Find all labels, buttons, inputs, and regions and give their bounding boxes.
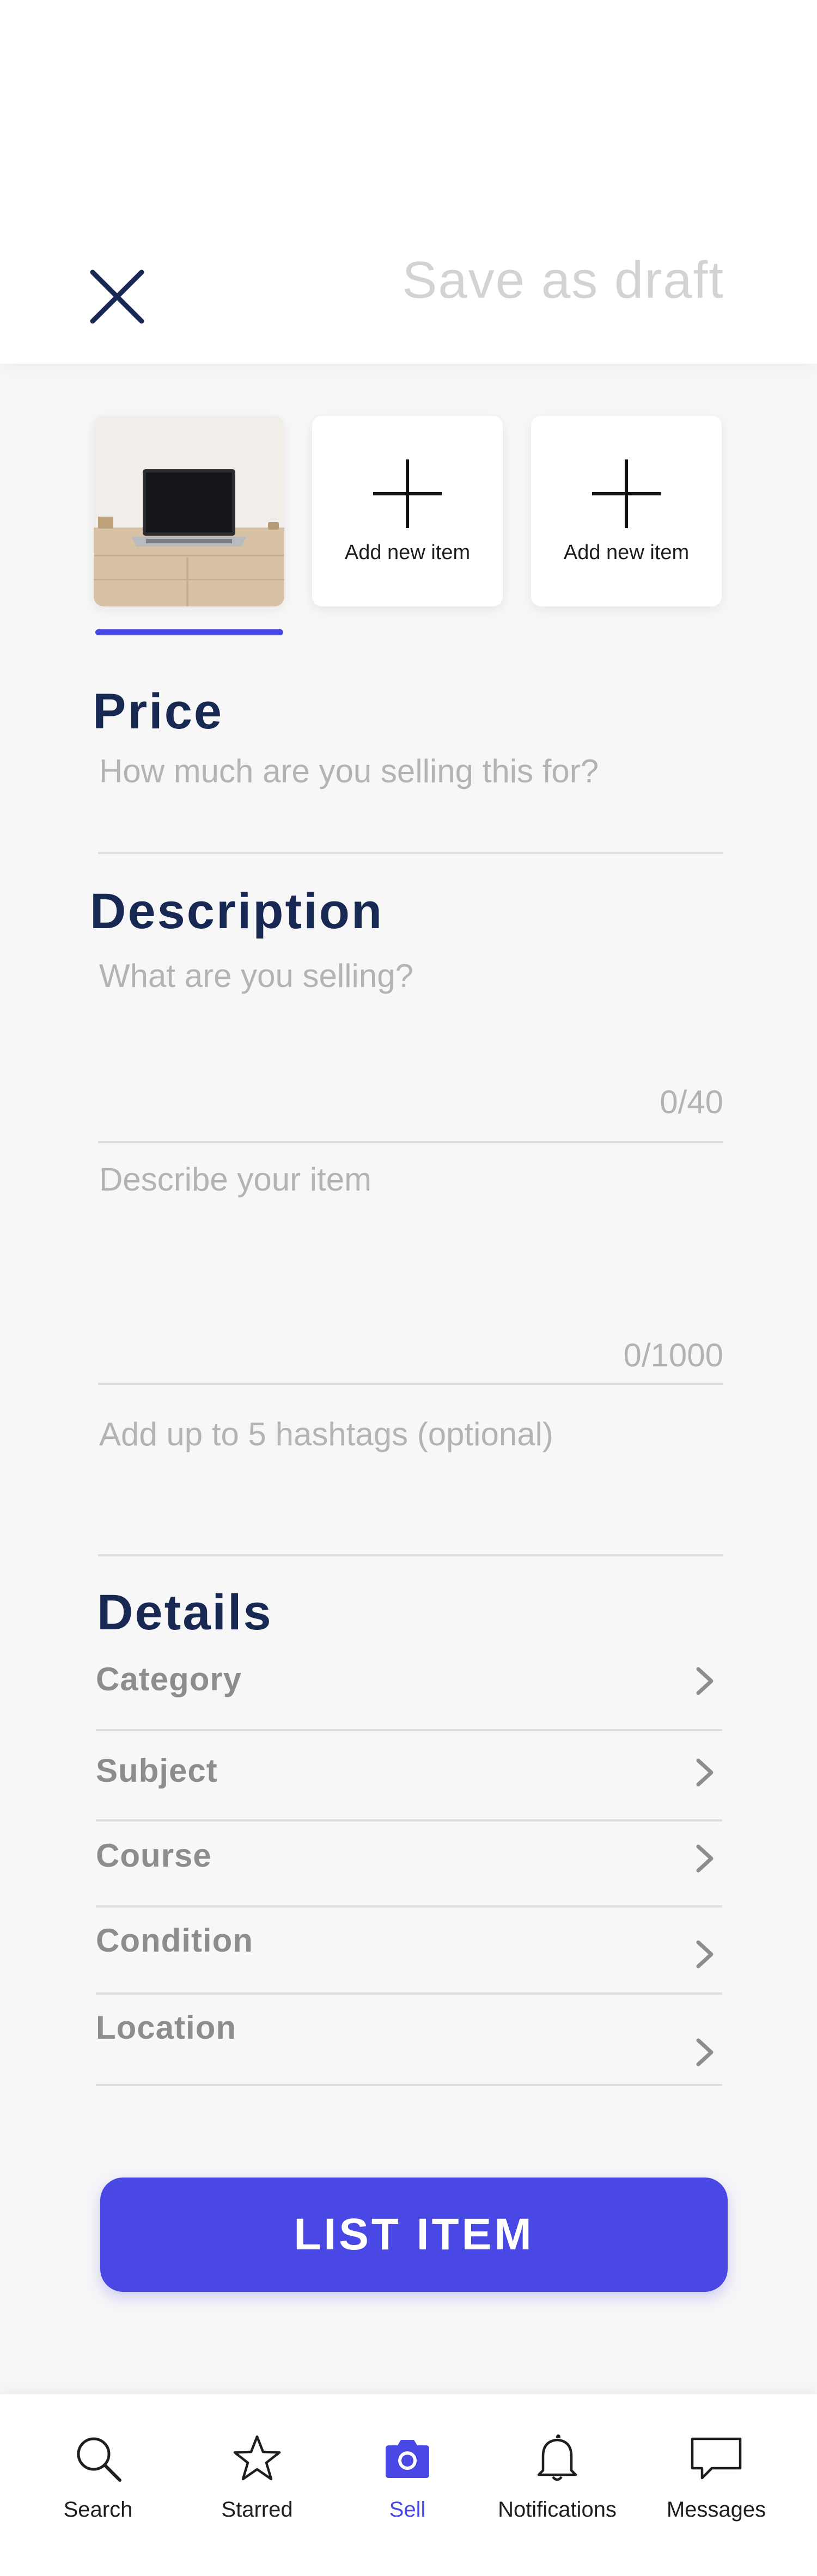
plus-icon <box>373 459 442 528</box>
nav-item-messages[interactable]: Messages <box>635 2394 798 2576</box>
details-row-condition[interactable]: Condition <box>96 1917 722 1999</box>
divider <box>98 1383 723 1385</box>
add-photo-button[interactable]: Add new item <box>531 416 722 606</box>
chevron-right-icon <box>696 1667 714 1695</box>
divider <box>98 1554 723 1556</box>
divider <box>96 1819 722 1821</box>
divider <box>98 1141 723 1143</box>
hashtags-input[interactable]: Add up to 5 hashtags (optional) <box>99 1415 720 1453</box>
nav-item-notifications[interactable]: Notifications <box>475 2394 639 2576</box>
nav-label: Messages <box>666 2498 766 2522</box>
details-row-location[interactable]: Location <box>96 2004 722 2086</box>
nav-item-starred[interactable]: Starred <box>175 2394 339 2576</box>
chevron-right-icon <box>696 1758 714 1787</box>
nav-item-sell[interactable]: Sell <box>326 2394 489 2576</box>
details-row-course[interactable]: Course <box>96 1832 722 1914</box>
description-char-counter: 0/1000 <box>623 1337 723 1373</box>
nav-item-search[interactable]: Search <box>16 2394 180 2576</box>
nav-label: Starred <box>221 2498 293 2522</box>
nav-label: Search <box>63 2498 133 2522</box>
chevron-right-icon <box>696 1940 714 1968</box>
add-new-item-label: Add new item <box>344 541 471 564</box>
message-icon <box>691 2437 742 2480</box>
detail-label: Condition <box>96 1922 253 1959</box>
search-icon <box>77 2437 121 2482</box>
title-input[interactable]: What are you selling? <box>99 957 720 995</box>
bottom-nav: Search Starred Sell Notifications Messag… <box>0 2394 817 2576</box>
nav-label: Notifications <box>498 2498 617 2522</box>
close-button[interactable] <box>82 261 153 332</box>
description-heading: Description <box>90 884 384 939</box>
save-as-draft-button[interactable]: Save as draft <box>402 250 724 310</box>
detail-label: Subject <box>96 1752 218 1789</box>
detail-label: Category <box>96 1661 242 1697</box>
laptop-photo-image <box>94 416 284 606</box>
details-row-subject[interactable]: Subject <box>96 1746 722 1828</box>
plus-icon <box>592 459 661 528</box>
selected-photo-indicator <box>95 629 283 635</box>
chevron-right-icon <box>696 2038 714 2066</box>
chevron-right-icon <box>696 1844 714 1873</box>
add-new-item-label: Add new item <box>563 541 690 564</box>
divider <box>96 2084 722 2086</box>
details-heading: Details <box>97 1585 273 1640</box>
description-textarea[interactable]: Describe your item <box>99 1161 720 1198</box>
details-row-category[interactable]: Category <box>96 1655 722 1737</box>
add-photo-button[interactable]: Add new item <box>312 416 503 606</box>
price-heading: Price <box>93 684 224 739</box>
list-item-button[interactable]: LIST ITEM <box>100 2178 728 2292</box>
detail-label: Location <box>96 2009 236 2046</box>
price-input[interactable]: How much are you selling this for? <box>99 752 720 790</box>
divider <box>96 1992 722 1995</box>
divider <box>98 852 723 854</box>
divider <box>96 1729 722 1731</box>
bell-icon <box>537 2434 577 2481</box>
divider <box>96 1905 722 1908</box>
camera-icon <box>386 2440 429 2478</box>
star-icon <box>233 2435 281 2481</box>
detail-label: Course <box>96 1837 212 1874</box>
close-icon <box>90 269 144 324</box>
nav-label: Sell <box>389 2498 426 2522</box>
item-photo-thumbnail[interactable] <box>94 416 284 606</box>
title-char-counter: 0/40 <box>660 1084 723 1120</box>
